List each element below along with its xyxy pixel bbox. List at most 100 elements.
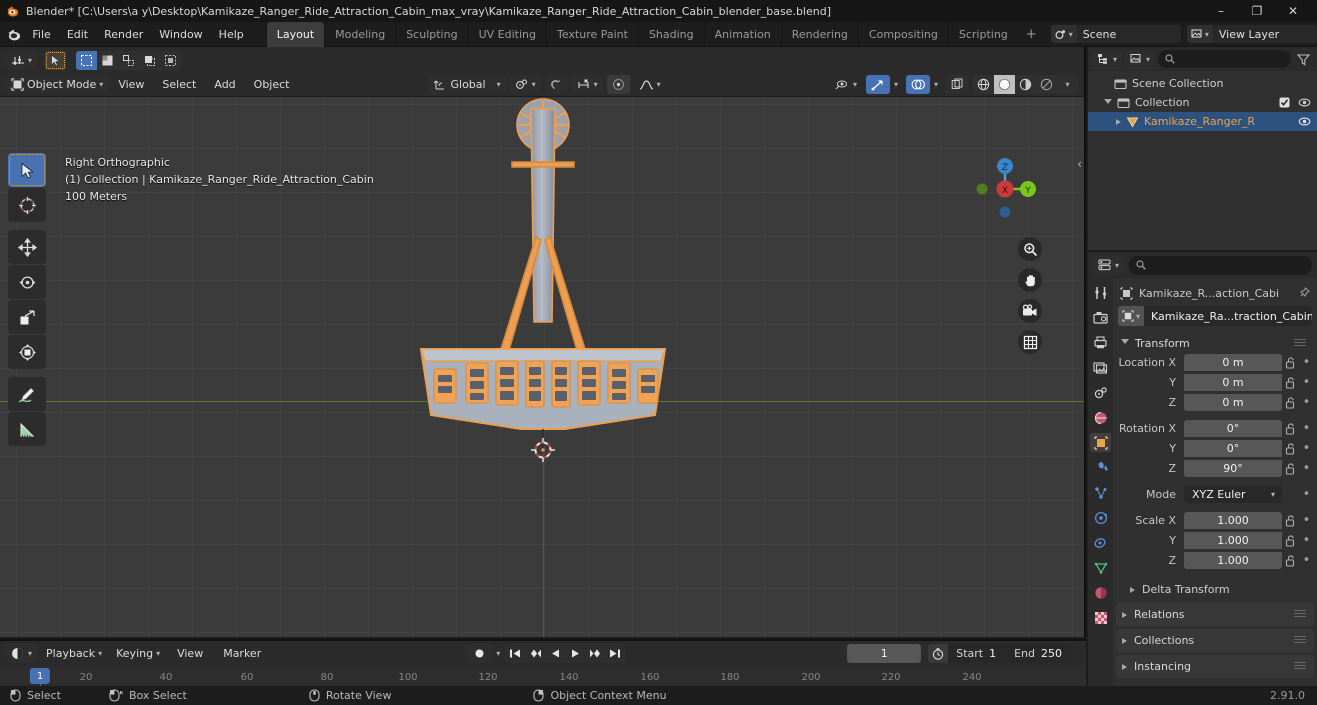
auto-keying-toggle[interactable] [468,644,492,663]
tab-modifiers-icon[interactable] [1090,458,1111,477]
view-layer-name[interactable]: View Layer [1213,28,1317,41]
expand-triangle-icon[interactable] [1122,611,1127,618]
expand-triangle-icon[interactable] [1122,663,1127,670]
outliner-search-input[interactable] [1158,50,1291,68]
workspace-tab-scripting[interactable]: Scripting [947,21,1018,47]
prop-field-location-x[interactable]: 0 m [1184,354,1282,371]
shading-material-preview-icon[interactable] [1015,75,1036,94]
jump-to-start-button[interactable] [505,644,525,663]
object-id-name[interactable]: Kamikaze_Ra...traction_Cabin [1144,310,1312,323]
tab-render-icon[interactable] [1090,308,1111,327]
menu-edit[interactable]: Edit [59,25,96,44]
zoom-icon[interactable] [1018,237,1042,261]
tab-scene-icon[interactable] [1090,383,1111,402]
viewport-sidebar-toggle[interactable]: ‹ [1077,157,1082,171]
animate-dot-icon[interactable]: • [1299,355,1314,370]
tool-measure[interactable] [8,412,46,446]
snap-pivot-point-button[interactable]: ▾ [509,75,541,94]
workspace-tab-modeling[interactable]: Modeling [324,21,395,47]
lock-icon[interactable] [1282,442,1299,455]
next-keyframe-button[interactable] [585,644,605,663]
grid-ortho-icon[interactable] [1018,330,1042,354]
timeline-menu-marker[interactable]: Marker [215,644,269,663]
timeline-playhead[interactable]: 1 [29,668,51,684]
eye-icon[interactable] [1298,97,1311,108]
viewport-menu-add[interactable]: Add [206,75,243,94]
scene-browse-icon[interactable]: ▾ [1050,25,1077,43]
tab-output-icon[interactable] [1090,333,1111,352]
tool-scale[interactable] [8,300,46,334]
lock-icon[interactable] [1282,462,1299,475]
animate-dot-icon[interactable]: • [1299,375,1314,390]
lock-icon[interactable] [1282,376,1299,389]
prop-field-scale-x[interactable]: 1.000 [1184,512,1282,529]
menu-render[interactable]: Render [96,25,151,44]
select-lasso-icon[interactable] [118,51,139,70]
proportional-falloff-selector[interactable]: ▾ [634,75,666,94]
panel-collections[interactable]: Collections [1116,629,1314,652]
animate-dot-icon[interactable]: • [1299,421,1314,436]
animate-dot-icon[interactable]: • [1299,441,1314,456]
tool-rotate[interactable] [8,265,46,299]
timeline-editor-type-selector[interactable]: ▾ [6,644,38,663]
camera-icon[interactable] [1018,299,1042,323]
scene-name[interactable]: Scene [1077,28,1181,41]
visibility-selector[interactable]: ▾ [830,75,862,94]
shading-rendered-icon[interactable] [1036,75,1057,94]
gizmo-dropdown-chevron[interactable]: ▾ [894,80,898,89]
pan-hand-icon[interactable] [1018,268,1042,292]
overlays-toggle[interactable] [905,75,930,94]
workspace-tab-sculpting[interactable]: Sculpting [395,21,467,47]
navigation-gizmo[interactable]: Z Y X [968,152,1042,226]
select-difference-icon[interactable] [160,51,181,70]
properties-editor[interactable]: ▾ Kamikaze_R...action_Cabi ▾ Kamikaze_Ra… [1088,252,1317,705]
tool-annotate[interactable] [8,377,46,411]
menu-help[interactable]: Help [211,25,252,44]
minimize-button[interactable]: – [1203,0,1239,22]
maximize-button[interactable]: ❐ [1239,0,1275,22]
collection-checkbox[interactable] [1279,97,1290,108]
timeline-menu-view[interactable]: View [169,644,211,663]
use-preview-range-icon[interactable] [928,644,949,663]
lock-icon[interactable] [1282,554,1299,567]
prop-field-scale-z[interactable]: 1.000 [1184,552,1282,569]
tab-data-icon[interactable] [1090,558,1111,577]
outliner-editor[interactable]: ▾ ▾ Scene Collection Collection Kamikaze… [1088,47,1317,250]
tab-object-icon[interactable] [1090,433,1111,452]
play-reverse-button[interactable] [545,644,565,663]
panel-relations[interactable]: Relations [1116,603,1314,626]
tool-move[interactable] [8,230,46,264]
current-frame-field[interactable]: 1 [847,644,922,663]
prop-field-rotation-y[interactable]: 0° [1184,440,1282,457]
tab-particles-icon[interactable] [1090,483,1111,502]
eye-icon[interactable] [1298,116,1311,127]
overlays-dropdown-chevron[interactable]: ▾ [934,80,938,89]
timeline-ruler[interactable]: 20 40 60 80 100 120 140 160 180 200 220 … [0,666,1086,688]
editor-type-selector[interactable]: ▾ [6,50,38,70]
play-button[interactable] [565,644,585,663]
outliner-filter-icon[interactable] [1294,53,1313,66]
snap-magnet-button[interactable] [544,75,568,94]
select-box-icon[interactable] [76,50,98,70]
pin-icon[interactable] [1298,287,1310,299]
viewport-menu-view[interactable]: View [110,75,152,94]
menu-window[interactable]: Window [151,25,210,44]
outliner-row-kamikaze-ranger[interactable]: Kamikaze_Ranger_R [1088,112,1317,131]
panel-instancing[interactable]: Instancing [1116,655,1314,678]
menu-file[interactable]: File [24,25,58,44]
workspace-tab-texture-paint[interactable]: Texture Paint [545,21,638,47]
gizmo-toggle[interactable] [865,75,890,94]
keying-dropdown-chevron[interactable]: ▾ [496,649,500,658]
workspace-tab-uv-editing[interactable]: UV Editing [467,21,546,47]
properties-editor-type-selector[interactable]: ▾ [1093,255,1125,275]
viewport-menu-select[interactable]: Select [154,75,204,94]
workspace-tab-compositing[interactable]: Compositing [857,21,948,47]
timeline-menu-playback[interactable]: Playback ▾ [41,644,107,663]
tab-material-icon[interactable] [1090,583,1111,602]
view-layer-browse-icon[interactable]: ▾ [1186,25,1213,43]
outliner-row-scene-collection[interactable]: Scene Collection [1088,74,1317,93]
object-id-field[interactable]: ▾ Kamikaze_Ra...traction_Cabin [1118,306,1312,326]
select-intersect-icon[interactable] [139,51,160,70]
tab-physics-icon[interactable] [1090,508,1111,527]
prop-field-rotation-mode[interactable]: XYZ Euler ▾ [1184,486,1282,503]
